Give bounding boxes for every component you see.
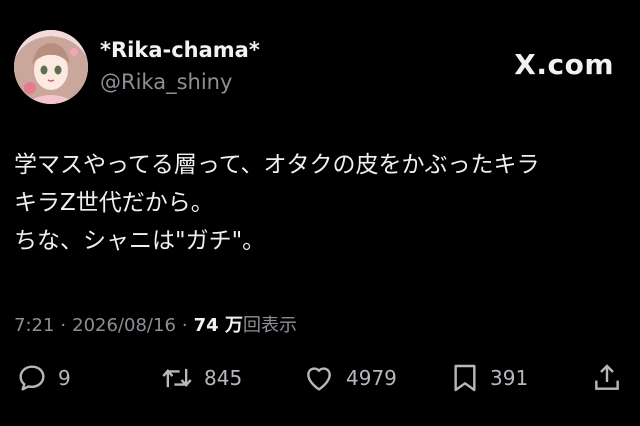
tweet-meta: 7:21 · 2026/08/16 · 74 万回表示 <box>14 311 297 337</box>
view-label: 回表示 <box>242 315 297 336</box>
share-button[interactable] <box>592 360 622 396</box>
repost-count: 845 <box>204 366 243 390</box>
tweet-text: 学マスやってる層って、オタクの皮をかぶったキラ キラZ世代だから。 ちな、シャニ… <box>14 146 626 260</box>
bookmark-icon <box>454 364 476 392</box>
display-name[interactable]: *Rika-chama* <box>100 38 260 62</box>
like-button[interactable]: 4979 <box>302 360 397 396</box>
view-count[interactable]: 74 万 <box>194 315 243 336</box>
user-handle[interactable]: @Rika_shiny <box>100 70 232 94</box>
meta-separator: · <box>181 315 188 336</box>
tweet-date[interactable]: 2026/08/16 <box>72 315 176 336</box>
brand-logo: X.com <box>514 48 614 81</box>
repost-icon <box>162 368 192 388</box>
tweet-line: ちな、シャニは"ガチ"。 <box>14 228 266 254</box>
like-count: 4979 <box>346 366 397 390</box>
tweet-line: 学マスやってる層って、オタクの皮をかぶったキラ <box>14 152 540 178</box>
avatar-image <box>14 30 88 104</box>
avatar[interactable] <box>14 30 88 104</box>
meta-separator: · <box>60 315 67 336</box>
tweet-line: キラZ世代だから。 <box>14 190 214 216</box>
reply-count: 9 <box>58 366 71 390</box>
tweet-time[interactable]: 7:21 <box>14 315 54 336</box>
repost-button[interactable]: 845 <box>160 360 242 396</box>
share-icon <box>595 364 619 390</box>
heart-icon <box>307 367 331 391</box>
reply-icon <box>19 365 45 391</box>
reply-button[interactable]: 9 <box>16 360 71 396</box>
bookmark-button[interactable]: 391 <box>450 360 528 396</box>
action-bar: 9 845 4979 391 <box>0 360 640 396</box>
bookmark-count: 391 <box>490 366 529 390</box>
